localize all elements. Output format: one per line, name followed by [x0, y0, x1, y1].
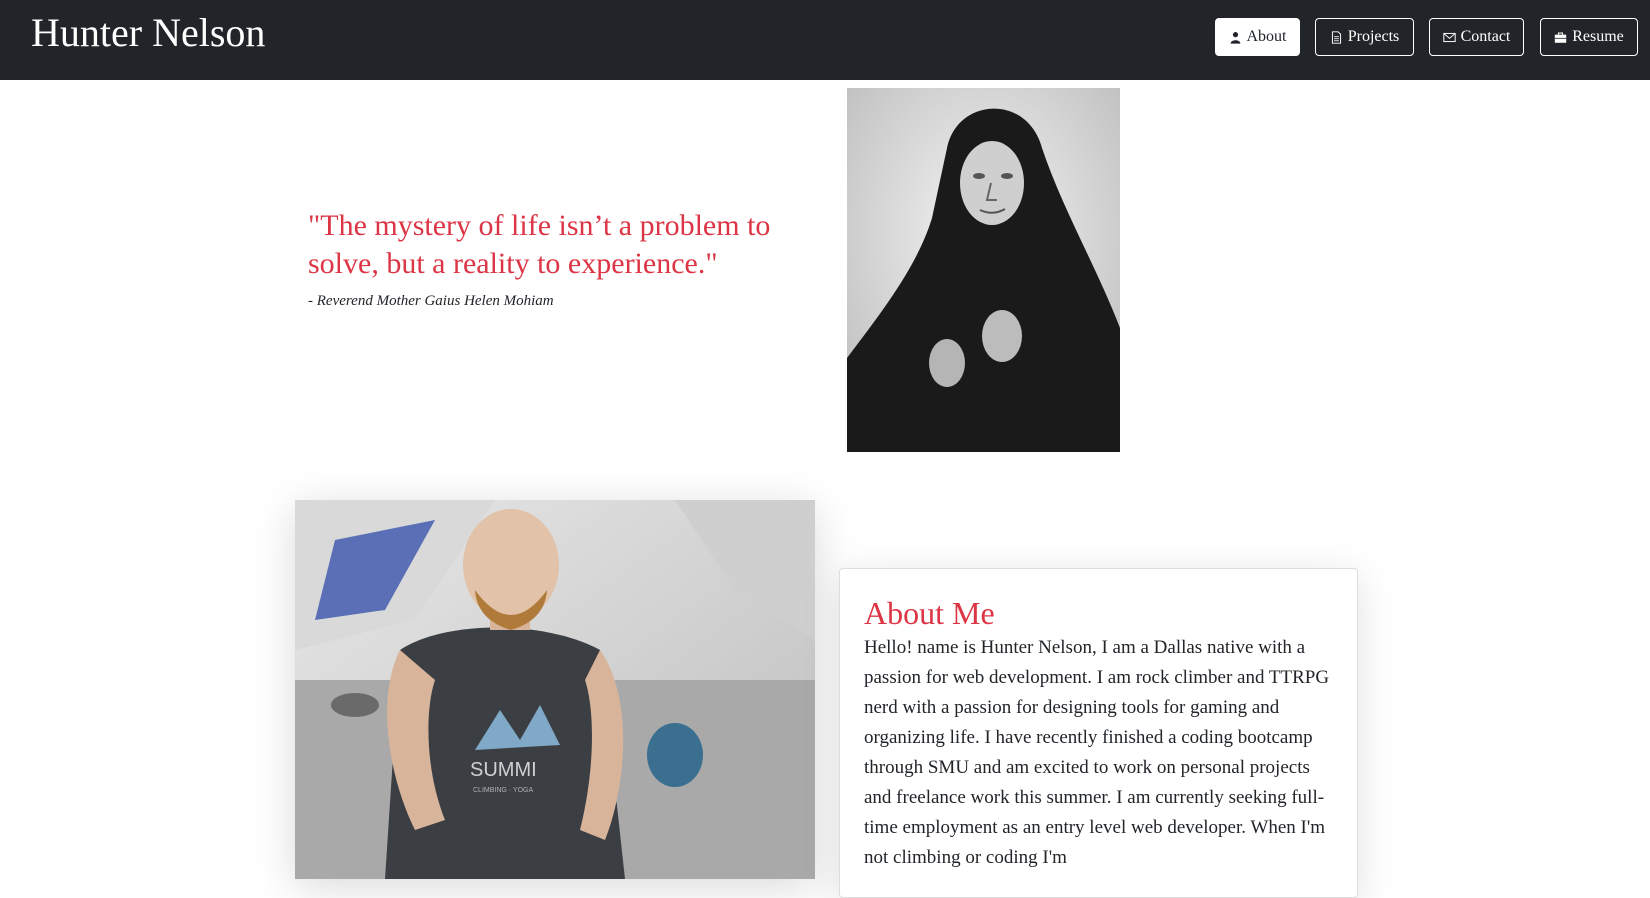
reverend-mother-image — [847, 88, 1120, 452]
about-title: About Me — [864, 595, 995, 631]
shirt-subtext: CLIMBING · YOGA — [473, 787, 533, 794]
brand-title[interactable]: Hunter Nelson — [31, 8, 265, 58]
person-icon — [1230, 31, 1240, 44]
quote-author: - Reverend Mother Gaius Helen Mohiam — [308, 293, 554, 309]
about-card: About Me Hello! name is Hunter Nelson, I… — [839, 568, 1358, 898]
nav-contact-button[interactable]: Contact — [1429, 18, 1524, 56]
about-body: Hello! name is Hunter Nelson, I am a Dal… — [864, 637, 1330, 868]
nav-resume-button[interactable]: Resume — [1540, 18, 1638, 56]
envelope-icon — [1442, 32, 1456, 42]
navbar: Hunter Nelson About Projects Contact Res… — [0, 0, 1650, 80]
nav-about-button[interactable]: About — [1215, 18, 1300, 56]
nav-resume-label: Resume — [1572, 28, 1624, 45]
nav-contact-label: Contact — [1460, 28, 1511, 45]
nav-projects-label: Projects — [1347, 28, 1400, 45]
nav-about-label: About — [1246, 28, 1287, 45]
profile-photo: SUMMI CLIMBING · YOGA — [295, 500, 815, 879]
nav-projects-button[interactable]: Projects — [1315, 18, 1414, 56]
briefcase-icon — [1555, 32, 1567, 43]
quote-text: "The mystery of life isn’t a problem to … — [308, 209, 771, 280]
document-icon — [1331, 30, 1341, 44]
shirt-text: SUMMI — [470, 759, 537, 781]
